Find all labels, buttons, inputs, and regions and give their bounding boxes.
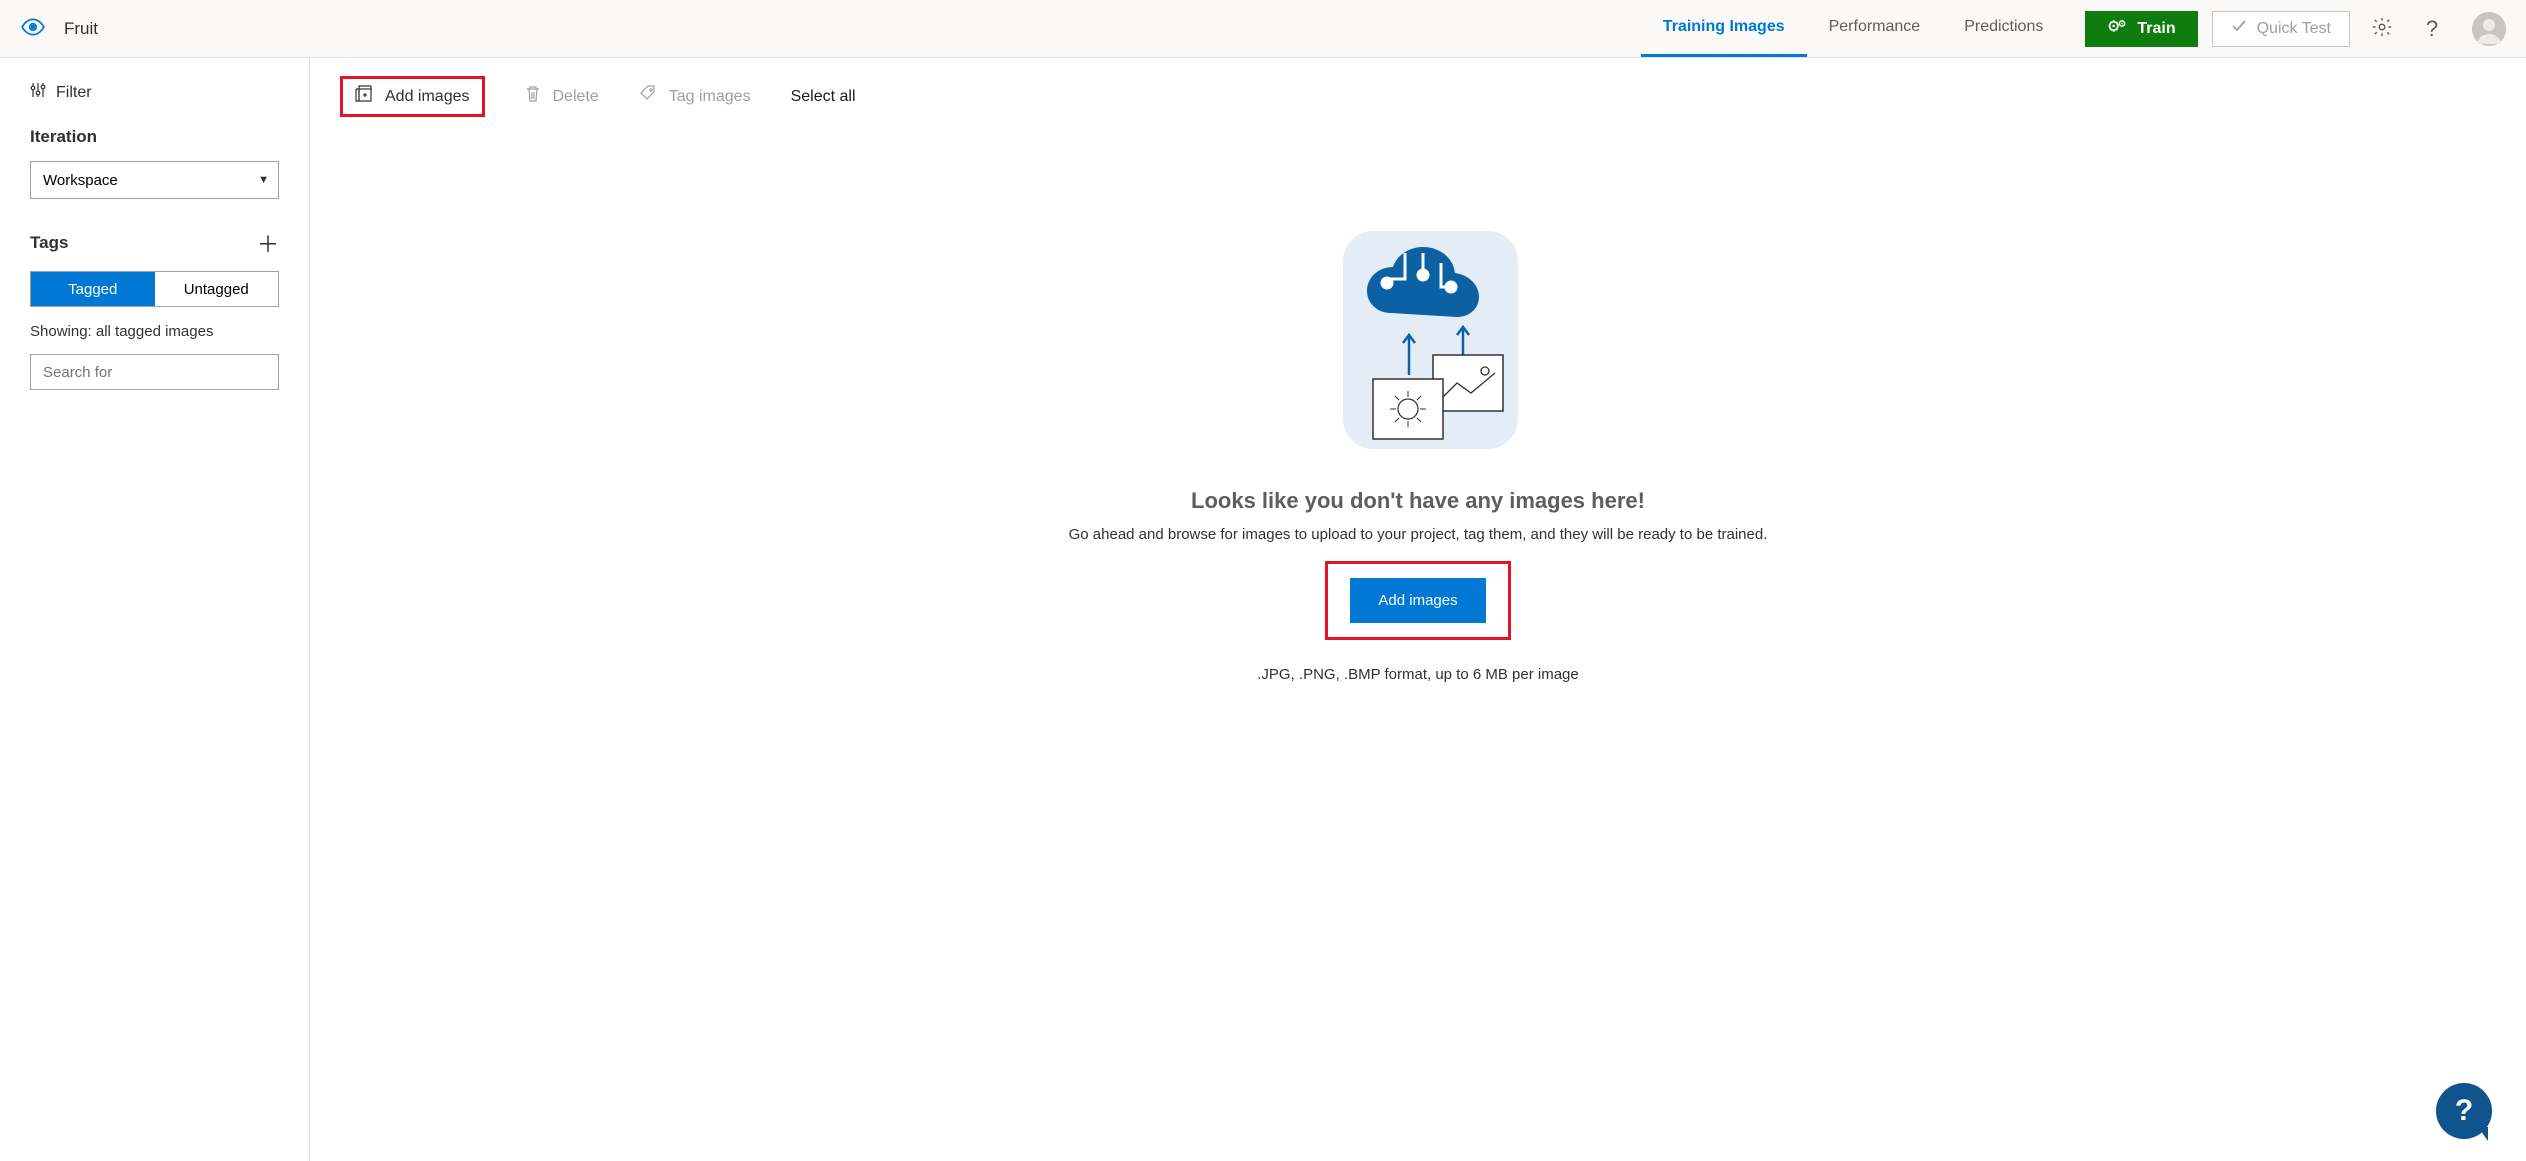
- filter-sliders-icon: [30, 82, 46, 103]
- empty-title: Looks like you don't have any images her…: [310, 488, 2526, 514]
- empty-state: Looks like you don't have any images her…: [310, 225, 2526, 683]
- empty-illustration: [1313, 225, 1523, 458]
- empty-subtitle: Go ahead and browse for images to upload…: [310, 526, 2526, 543]
- toggle-tagged[interactable]: Tagged: [31, 272, 155, 306]
- body: Filter Iteration Workspace ▼ Tags ＋ Tagg…: [0, 58, 2526, 1161]
- toolbar-select-all[interactable]: Select all: [791, 88, 856, 106]
- add-tag-button[interactable]: ＋: [257, 227, 279, 259]
- check-icon: [2231, 18, 2247, 39]
- main-content: Add images Delete Tag images: [310, 58, 2526, 1161]
- plus-icon: ＋: [257, 232, 279, 257]
- tab-training-images[interactable]: Training Images: [1641, 0, 1807, 57]
- toggle-untagged[interactable]: Untagged: [155, 272, 279, 306]
- nav-tabs: Training Images Performance Predictions: [1641, 0, 2066, 57]
- toolbar: Add images Delete Tag images: [310, 58, 2526, 135]
- tag-toggle: Tagged Untagged: [30, 271, 279, 307]
- tab-predictions[interactable]: Predictions: [1942, 0, 2065, 57]
- filter-row[interactable]: Filter: [30, 82, 279, 103]
- highlight-add-images: Add images: [340, 76, 485, 117]
- tab-performance[interactable]: Performance: [1807, 0, 1943, 57]
- tags-label: Tags: [30, 233, 68, 253]
- toolbar-delete-label: Delete: [553, 88, 599, 106]
- eye-icon: [20, 14, 46, 43]
- header-bar: Fruit Training Images Performance Predic…: [0, 0, 2526, 58]
- format-text: .JPG, .PNG, .BMP format, up to 6 MB per …: [310, 666, 2526, 683]
- quick-test-label: Quick Test: [2257, 20, 2331, 38]
- help-fab[interactable]: ?: [2436, 1083, 2492, 1139]
- header-left: Fruit: [20, 14, 98, 43]
- gears-icon: [2107, 17, 2127, 40]
- add-images-icon: [355, 85, 373, 108]
- filter-label: Filter: [56, 84, 92, 102]
- iteration-select-wrap: Workspace ▼: [30, 161, 279, 199]
- help-icon: ?: [2455, 1094, 2473, 1128]
- tag-search-input[interactable]: [30, 354, 279, 390]
- gear-icon: [2371, 16, 2393, 41]
- showing-text: Showing: all tagged images: [30, 323, 279, 340]
- train-button[interactable]: Train: [2085, 11, 2197, 47]
- toolbar-add-images-label: Add images: [385, 88, 470, 106]
- iteration-label: Iteration: [30, 127, 279, 147]
- settings-button[interactable]: [2364, 11, 2400, 47]
- toolbar-tag-images: Tag images: [639, 85, 751, 108]
- train-button-label: Train: [2137, 20, 2175, 38]
- quick-test-button: Quick Test: [2212, 11, 2350, 47]
- tags-header: Tags ＋: [30, 227, 279, 259]
- header-actions: Train Quick Test ?: [2085, 11, 2506, 47]
- iteration-select[interactable]: Workspace: [30, 161, 279, 199]
- help-icon: ?: [2426, 16, 2438, 42]
- sidebar: Filter Iteration Workspace ▼ Tags ＋ Tagg…: [0, 58, 310, 1161]
- add-images-button[interactable]: Add images: [1350, 578, 1485, 623]
- toolbar-delete: Delete: [525, 85, 599, 108]
- toolbar-add-images[interactable]: Add images: [355, 85, 470, 108]
- user-avatar[interactable]: [2472, 12, 2506, 46]
- project-name: Fruit: [64, 19, 98, 39]
- trash-icon: [525, 85, 541, 108]
- highlight-add-images-center: Add images: [1325, 561, 1510, 640]
- toolbar-tag-images-label: Tag images: [669, 88, 751, 106]
- tag-icon: [639, 85, 657, 108]
- help-button[interactable]: ?: [2414, 11, 2450, 47]
